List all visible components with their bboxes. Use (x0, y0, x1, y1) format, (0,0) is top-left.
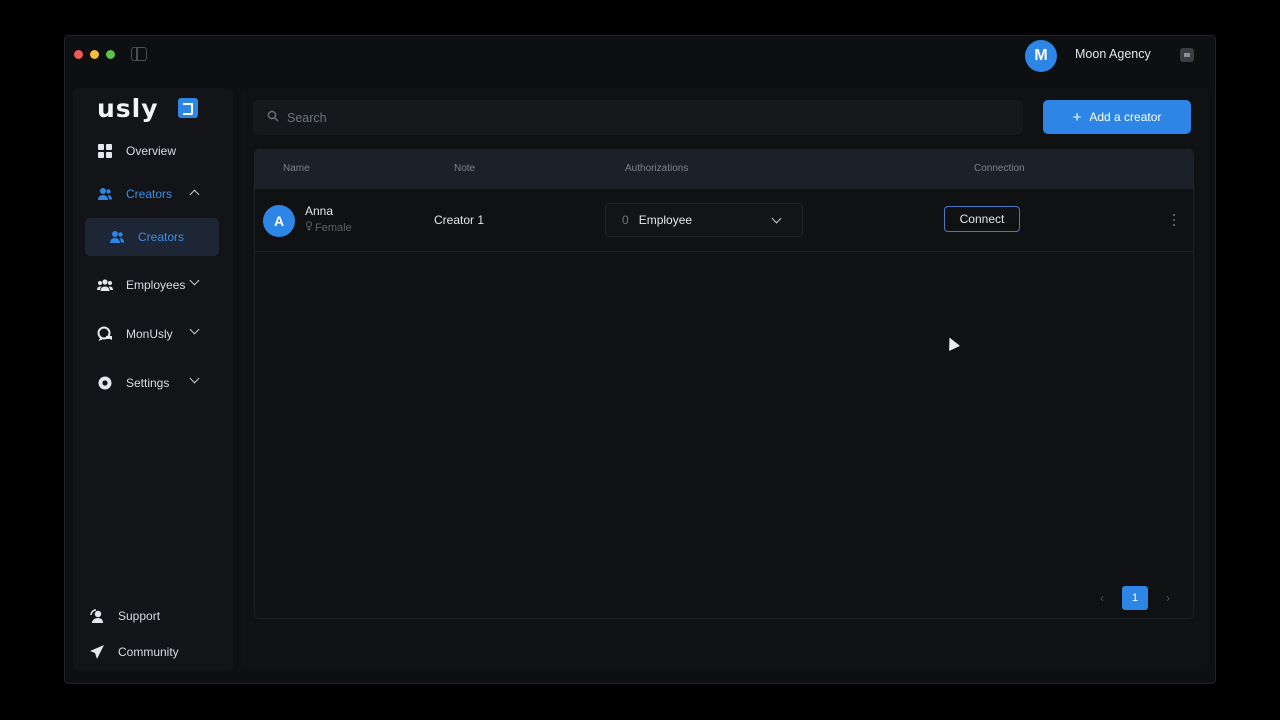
search-placeholder: Search (287, 110, 327, 125)
authorizations-select[interactable]: 0 Employee (605, 203, 803, 237)
chevron-down-icon (771, 213, 782, 224)
title-bar: M Moon Agency (65, 36, 1215, 74)
creators-table: Name Note Authorizations Connection A An… (254, 149, 1194, 619)
users-icon (109, 229, 125, 245)
chevron-down-icon[interactable] (189, 275, 200, 286)
sidebar-item-label: MonUsly (126, 327, 173, 341)
search-icon (267, 110, 279, 125)
sidebar-item-label: Creators (126, 187, 173, 201)
page-1-button[interactable]: 1 (1122, 586, 1148, 610)
add-creator-label: Add a creator (1089, 110, 1162, 124)
users-icon (97, 186, 113, 202)
minimize-window-button[interactable] (90, 50, 99, 59)
sidebar-subitem-creators-label[interactable]: Creators (109, 225, 184, 249)
logo: usly (97, 94, 159, 123)
creator-note: Creator 1 (434, 213, 485, 227)
table-row[interactable]: A Anna Female Creator 1 0 Employee Conne… (255, 189, 1193, 252)
column-header-name[interactable]: Name (283, 163, 310, 174)
more-options-icon[interactable] (1173, 214, 1177, 228)
sidebar: usly Overview Creators Creators Employee… (73, 88, 233, 671)
team-icon (97, 277, 113, 293)
avatar: A (263, 205, 295, 237)
chevron-down-icon[interactable] (189, 373, 200, 384)
connect-button[interactable]: Connect (944, 206, 1020, 232)
sidebar-item-employees[interactable]: Employees (97, 273, 185, 297)
grid-icon (97, 143, 113, 159)
main-panel: Search + Add a creator Name Note Authori… (241, 88, 1209, 671)
prev-page-button[interactable]: ‹ (1100, 591, 1104, 605)
column-header-note[interactable]: Note (454, 163, 475, 174)
next-page-button[interactable]: › (1166, 591, 1170, 605)
gear-icon (97, 375, 113, 391)
app-window: M Moon Agency usly Overview Creators Cre… (64, 35, 1216, 684)
pagination: ‹ 1 › (1100, 586, 1170, 610)
plus-icon: + (1072, 108, 1082, 126)
sidebar-item-monusly[interactable]: MonUsly (97, 322, 173, 346)
table-header: Name Note Authorizations Connection (255, 150, 1193, 189)
logo-badge-icon (178, 98, 198, 118)
chevron-down-icon[interactable] (189, 324, 200, 335)
gender-label: Female (315, 221, 352, 234)
sidebar-toggle-icon[interactable] (131, 47, 147, 61)
creator-name: Anna (305, 204, 334, 218)
column-header-authorizations[interactable]: Authorizations (625, 163, 688, 174)
close-window-button[interactable] (74, 50, 83, 59)
creator-gender: Female (305, 221, 352, 234)
logout-icon[interactable] (1180, 48, 1194, 62)
sidebar-item-creators[interactable]: Creators (97, 182, 172, 206)
sidebar-item-support[interactable]: Support (89, 604, 160, 628)
avatar[interactable]: M (1025, 40, 1057, 72)
agency-name[interactable]: Moon Agency (1075, 47, 1151, 61)
sidebar-item-label: Community (118, 645, 179, 659)
sidebar-item-label: Settings (126, 376, 170, 390)
support-icon (89, 608, 105, 624)
sidebar-item-label: Overview (126, 144, 177, 158)
sidebar-item-label: Creators (138, 230, 185, 244)
chevron-up-icon[interactable] (189, 189, 200, 200)
sidebar-item-label: Employees (126, 278, 186, 292)
sidebar-item-community[interactable]: Community (89, 640, 179, 664)
maximize-window-button[interactable] (106, 50, 115, 59)
auth-role: Employee (638, 213, 693, 227)
auth-count: 0 (622, 213, 629, 227)
sidebar-item-settings[interactable]: Settings (97, 371, 169, 395)
search-input[interactable]: Search (253, 100, 1023, 135)
female-icon (305, 221, 313, 234)
add-creator-button[interactable]: + Add a creator (1043, 100, 1191, 134)
send-icon (89, 644, 105, 660)
sidebar-item-overview[interactable]: Overview (97, 139, 176, 163)
sidebar-item-label: Support (118, 609, 161, 623)
chat-icon (97, 326, 113, 342)
column-header-connection[interactable]: Connection (974, 163, 1025, 174)
